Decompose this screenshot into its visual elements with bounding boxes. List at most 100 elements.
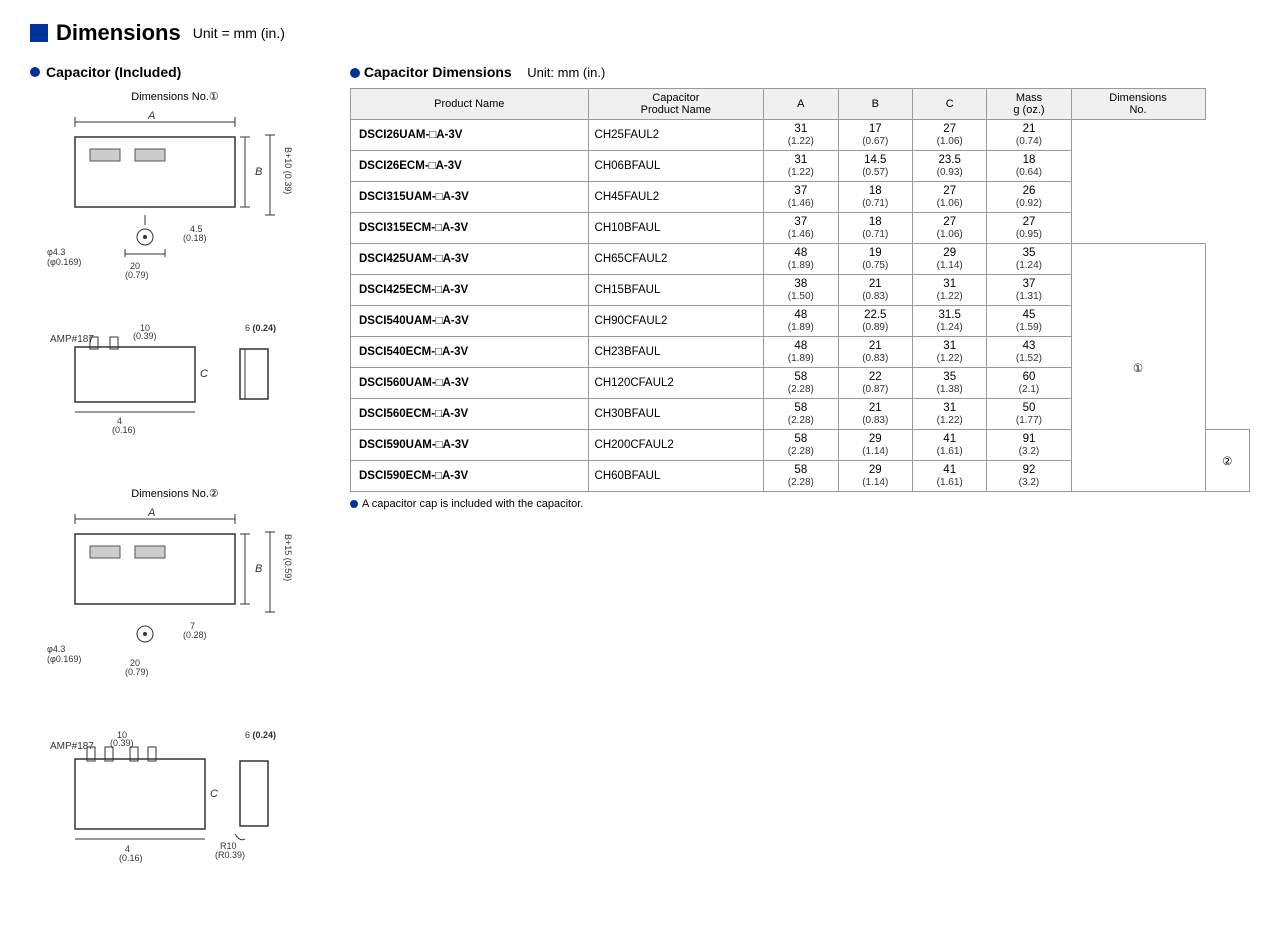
cell-cap-name: CH23BFAUL <box>588 337 764 368</box>
cell-c: 31(1.22) <box>912 399 986 430</box>
cell-a: 31(1.22) <box>764 151 838 182</box>
table-row: DSCI26ECM-□A-3VCH06BFAUL31(1.22)14.5(0.5… <box>351 151 1250 182</box>
section-label: Capacitor (Included) <box>46 64 181 80</box>
col-header-dim-no: DimensionsNo. <box>1071 89 1205 120</box>
svg-text:AMP#187: AMP#187 <box>50 334 94 345</box>
table-header-row: Product Name CapacitorProduct Name A B C… <box>351 89 1250 120</box>
dim1-label: Dimensions No.① <box>30 90 320 103</box>
cell-product-name: DSCI315UAM-□A-3V <box>351 182 589 213</box>
cell-product-name: DSCI425UAM-□A-3V <box>351 244 589 275</box>
svg-text:φ4.3: φ4.3 <box>47 247 65 257</box>
diagram-2-svg: B A φ4.3 (φ0.169) 20 (0.79) 7 (0.28) <box>45 504 305 704</box>
cell-mass: 92(3.2) <box>987 461 1071 492</box>
svg-text:(0.18): (0.18) <box>183 233 207 243</box>
cell-b: 29(1.14) <box>838 461 912 492</box>
svg-text:(0.79): (0.79) <box>125 270 149 280</box>
diagram-2b-container: AMP#187 C R10 (R0.39) 10 (0.39) <box>30 724 320 894</box>
cell-cap-name: CH65CFAUL2 <box>588 244 764 275</box>
svg-text:(φ0.169): (φ0.169) <box>47 257 81 267</box>
svg-text:C: C <box>210 788 218 800</box>
cell-mass: 60(2.1) <box>987 368 1071 399</box>
cell-c: 23.5(0.93) <box>912 151 986 182</box>
cell-dim-no: ① <box>1071 244 1205 492</box>
svg-text:6 (0.24): 6 (0.24) <box>245 323 276 333</box>
cell-a: 31(1.22) <box>764 120 838 151</box>
cap-dim-header: Capacitor Dimensions Unit: mm (in.) <box>350 64 1250 80</box>
cell-b: 14.5(0.57) <box>838 151 912 182</box>
col-header-product-name: Product Name <box>351 89 589 120</box>
cell-a: 58(2.28) <box>764 399 838 430</box>
cell-a: 37(1.46) <box>764 213 838 244</box>
cell-b: 22.5(0.89) <box>838 306 912 337</box>
svg-text:(0.28): (0.28) <box>183 630 207 640</box>
main-layout: Capacitor (Included) Dimensions No.① B <box>30 64 1250 914</box>
cell-dim-no: ② <box>1205 430 1249 492</box>
cell-mass: 27(0.95) <box>987 213 1071 244</box>
cell-c: 29(1.14) <box>912 244 986 275</box>
cell-c: 31.5(1.24) <box>912 306 986 337</box>
note-bullet <box>350 500 358 508</box>
cell-cap-name: CH120CFAUL2 <box>588 368 764 399</box>
cell-b: 21(0.83) <box>838 337 912 368</box>
svg-text:B: B <box>255 563 262 575</box>
cell-mass: 18(0.64) <box>987 151 1071 182</box>
cell-product-name: DSCI560ECM-□A-3V <box>351 399 589 430</box>
page-title: Dimensions <box>56 20 181 46</box>
cell-a: 37(1.46) <box>764 182 838 213</box>
cell-product-name: DSCI26ECM-□A-3V <box>351 151 589 182</box>
svg-text:B+15 (0.59): B+15 (0.59) <box>283 534 293 581</box>
dim-note: A capacitor cap is included with the cap… <box>350 498 1250 510</box>
cell-c: 35(1.38) <box>912 368 986 399</box>
cell-b: 22(0.87) <box>838 368 912 399</box>
table-row: DSCI425UAM-□A-3VCH65CFAUL248(1.89)19(0.7… <box>351 244 1250 275</box>
page-header: Dimensions Unit = mm (in.) <box>30 20 285 46</box>
cell-a: 38(1.50) <box>764 275 838 306</box>
dim2-label: Dimensions No.② <box>30 487 320 500</box>
unit-label: Unit = mm (in.) <box>193 25 285 41</box>
table-row: DSCI315UAM-□A-3VCH45FAUL237(1.46)18(0.71… <box>351 182 1250 213</box>
col-header-c: C <box>912 89 986 120</box>
cell-mass: 37(1.31) <box>987 275 1071 306</box>
cell-cap-name: CH06BFAUL <box>588 151 764 182</box>
diagram-1-svg: B A φ4.3 (φ0.169) 20 (0.79) <box>45 107 305 297</box>
cell-b: 18(0.71) <box>838 213 912 244</box>
cap-section-label: Capacitor Dimensions <box>364 64 512 80</box>
diagram-1-container: Dimensions No.① B A <box>30 90 320 297</box>
cell-cap-name: CH30BFAUL <box>588 399 764 430</box>
table-row: DSCI26UAM-□A-3VCH25FAUL231(1.22)17(0.67)… <box>351 120 1250 151</box>
cell-cap-name: CH10BFAUL <box>588 213 764 244</box>
left-column: Capacitor (Included) Dimensions No.① B <box>30 64 320 914</box>
cell-cap-name: CH25FAUL2 <box>588 120 764 151</box>
cell-c: 27(1.06) <box>912 213 986 244</box>
bullet-icon-2 <box>350 68 360 78</box>
cell-a: 58(2.28) <box>764 368 838 399</box>
cell-product-name: DSCI590UAM-□A-3V <box>351 430 589 461</box>
cell-product-name: DSCI315ECM-□A-3V <box>351 213 589 244</box>
cell-mass: 21(0.74) <box>987 120 1071 151</box>
svg-text:B: B <box>255 166 262 178</box>
cell-c: 41(1.61) <box>912 461 986 492</box>
cell-product-name: DSCI560UAM-□A-3V <box>351 368 589 399</box>
cell-product-name: DSCI425ECM-□A-3V <box>351 275 589 306</box>
cell-a: 48(1.89) <box>764 244 838 275</box>
cell-cap-name: CH90CFAUL2 <box>588 306 764 337</box>
svg-text:B+10 (0.39): B+10 (0.39) <box>283 147 293 194</box>
cell-product-name: DSCI590ECM-□A-3V <box>351 461 589 492</box>
cell-product-name: DSCI26UAM-□A-3V <box>351 120 589 151</box>
svg-text:(0.39): (0.39) <box>133 331 157 341</box>
dimensions-table: Product Name CapacitorProduct Name A B C… <box>350 88 1250 492</box>
cell-c: 41(1.61) <box>912 430 986 461</box>
cell-b: 21(0.83) <box>838 275 912 306</box>
diagram-1b-svg: AMP#187 C 10 (0.39) 6 (0.24) 4 (0.1 <box>45 317 305 467</box>
diagram-2-container: B A φ4.3 (φ0.169) 20 (0.79) 7 (0.28) <box>30 504 320 704</box>
cell-product-name: DSCI540ECM-□A-3V <box>351 337 589 368</box>
cell-mass: 43(1.52) <box>987 337 1071 368</box>
cell-mass: 50(1.77) <box>987 399 1071 430</box>
svg-text:A: A <box>147 507 155 519</box>
cell-mass: 35(1.24) <box>987 244 1071 275</box>
svg-text:(0.79): (0.79) <box>125 667 149 677</box>
cell-a: 58(2.28) <box>764 430 838 461</box>
cell-b: 21(0.83) <box>838 399 912 430</box>
section-heading-capacitor: Capacitor (Included) <box>30 64 320 80</box>
col-header-mass: Massg (oz.) <box>987 89 1071 120</box>
